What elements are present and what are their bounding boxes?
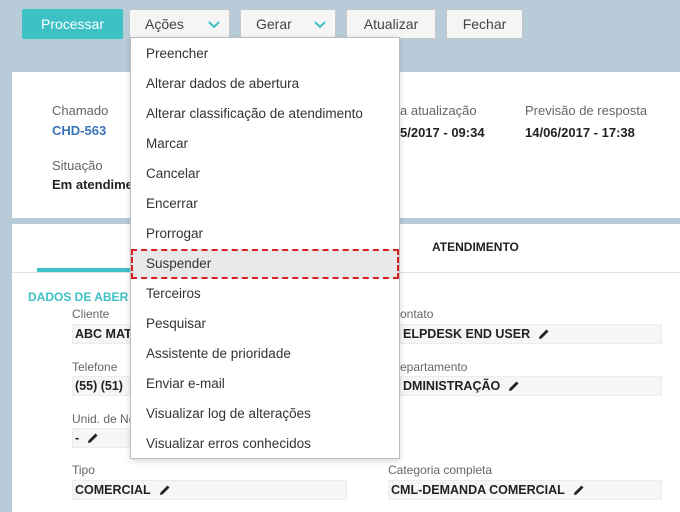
menu-item-pesquisar[interactable]: Pesquisar bbox=[131, 309, 399, 339]
actions-label: Ações bbox=[145, 16, 184, 32]
process-button[interactable]: Processar bbox=[22, 9, 123, 39]
chevron-down-icon bbox=[208, 21, 220, 29]
chamado-label: Chamado bbox=[52, 103, 109, 118]
menu-item-visualizar-log[interactable]: Visualizar log de alterações bbox=[131, 399, 399, 429]
chamado-link[interactable]: CHD-563 bbox=[52, 123, 106, 138]
tipo-label: Tipo bbox=[72, 463, 95, 477]
departamento-field[interactable]: DMINISTRAÇÃO bbox=[400, 376, 662, 396]
close-button[interactable]: Fechar bbox=[446, 9, 523, 39]
menu-item-alterar-classificacao[interactable]: Alterar classificação de atendimento bbox=[131, 99, 399, 129]
menu-item-encerrar[interactable]: Encerrar bbox=[131, 189, 399, 219]
contato-value: ELPDESK END USER bbox=[403, 327, 531, 341]
contato-field[interactable]: ELPDESK END USER bbox=[400, 324, 662, 344]
menu-item-cancelar[interactable]: Cancelar bbox=[131, 159, 399, 189]
cliente-value: ABC MAT bbox=[75, 327, 132, 341]
menu-item-prorrogar[interactable]: Prorrogar bbox=[131, 219, 399, 249]
tab-atendimento[interactable]: ATENDIMENTO bbox=[432, 240, 519, 254]
pencil-icon[interactable] bbox=[537, 327, 551, 341]
pencil-icon[interactable] bbox=[158, 483, 172, 497]
menu-item-terceiros[interactable]: Terceiros bbox=[131, 279, 399, 309]
unid-field[interactable]: - bbox=[72, 428, 132, 448]
update-button[interactable]: Atualizar bbox=[346, 9, 436, 39]
pencil-icon[interactable] bbox=[86, 431, 100, 445]
actions-menu: Preencher Alterar dados de abertura Alte… bbox=[130, 37, 400, 459]
chevron-down-icon bbox=[314, 21, 326, 29]
unid-value: - bbox=[75, 431, 80, 445]
section-title: DADOS DE ABER bbox=[28, 290, 129, 304]
actions-dropdown-button[interactable]: Ações bbox=[129, 9, 230, 39]
forecast-label: Previsão de resposta bbox=[525, 103, 648, 118]
cliente-label: Cliente bbox=[72, 307, 110, 321]
telefone-label: Telefone bbox=[72, 360, 118, 374]
menu-item-alterar-dados-abertura[interactable]: Alterar dados de abertura bbox=[131, 69, 399, 99]
forecast-value: 14/06/2017 - 17:38 bbox=[525, 125, 635, 140]
menu-item-enviar-email[interactable]: Enviar e-mail bbox=[131, 369, 399, 399]
menu-item-assistente-prioridade[interactable]: Assistente de prioridade bbox=[131, 339, 399, 369]
categoria-label: Categoria completa bbox=[388, 463, 493, 477]
menu-item-preencher[interactable]: Preencher bbox=[131, 39, 399, 69]
departamento-label: epartamento bbox=[400, 360, 468, 374]
menu-item-suspender[interactable]: Suspender bbox=[131, 249, 399, 279]
unid-label: Unid. de Ne bbox=[72, 412, 136, 426]
departamento-value: DMINISTRAÇÃO bbox=[403, 379, 501, 393]
menu-item-marcar[interactable]: Marcar bbox=[131, 129, 399, 159]
last-update-label: a atualização bbox=[400, 103, 477, 118]
pencil-icon[interactable] bbox=[572, 483, 586, 497]
tipo-value: COMERCIAL bbox=[75, 483, 151, 497]
tipo-field[interactable]: COMERCIAL bbox=[72, 480, 347, 500]
telefone-value: (55) (51) bbox=[75, 379, 123, 393]
last-update-value: 5/2017 - 09:34 bbox=[400, 125, 485, 140]
generate-dropdown-button[interactable]: Gerar bbox=[240, 9, 336, 39]
cliente-field[interactable]: ABC MAT bbox=[72, 324, 132, 344]
pencil-icon[interactable] bbox=[507, 379, 521, 393]
contato-label: ontato bbox=[400, 307, 434, 321]
telefone-field[interactable]: (55) (51) bbox=[72, 376, 132, 396]
situacao-label: Situação bbox=[52, 158, 103, 173]
situacao-value: Em atendime bbox=[52, 177, 133, 192]
menu-item-visualizar-erros[interactable]: Visualizar erros conhecidos bbox=[131, 429, 399, 459]
generate-label: Gerar bbox=[256, 16, 292, 32]
categoria-field[interactable]: CML-DEMANDA COMERCIAL bbox=[388, 480, 662, 500]
active-tab-indicator bbox=[37, 268, 133, 272]
categoria-value: CML-DEMANDA COMERCIAL bbox=[391, 483, 565, 497]
